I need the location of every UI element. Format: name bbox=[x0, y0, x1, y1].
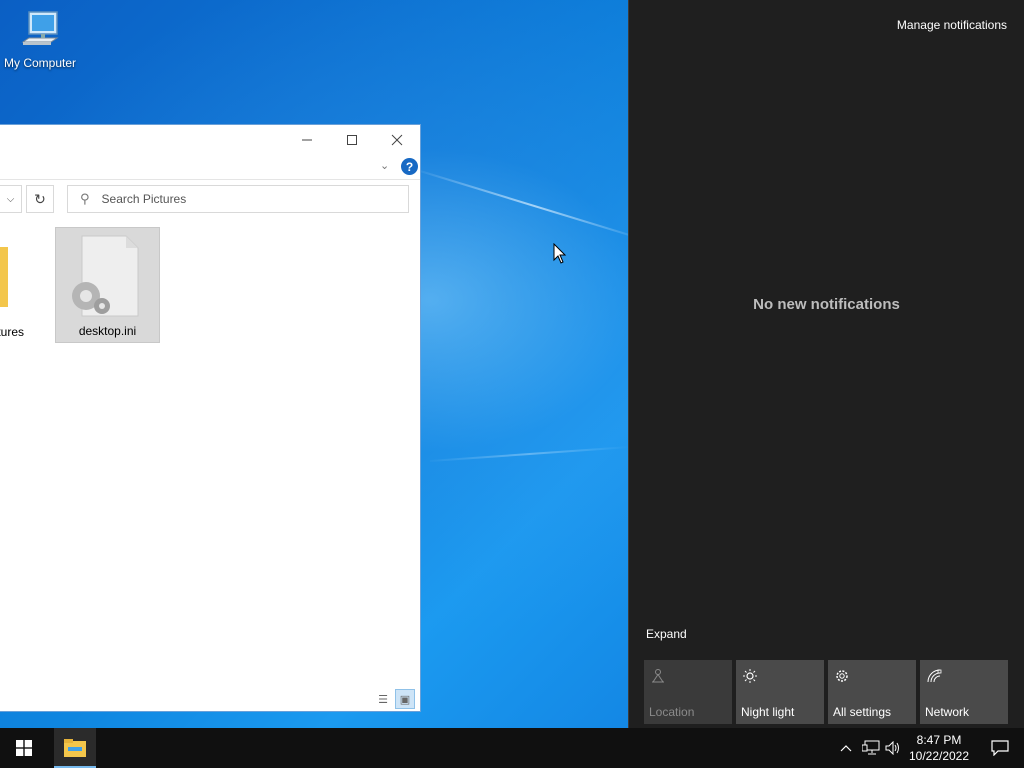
notification-icon bbox=[991, 740, 1009, 756]
refresh-button[interactable]: ↻ bbox=[26, 185, 54, 213]
quick-action-all-settings[interactable]: All settings bbox=[828, 660, 916, 724]
ribbon-expand-chevron-icon[interactable]: ⌄ bbox=[380, 159, 389, 172]
minimize-button[interactable] bbox=[284, 125, 330, 155]
action-center-button[interactable] bbox=[976, 728, 1024, 768]
clock-date: 10/22/2022 bbox=[908, 749, 970, 763]
details-view-button[interactable]: ☰ bbox=[373, 689, 393, 709]
maximize-icon bbox=[347, 135, 357, 145]
quick-action-label: Night light bbox=[741, 705, 795, 719]
quick-action-label: Network bbox=[925, 705, 970, 719]
clock-time: 8:47 PM bbox=[916, 733, 962, 747]
show-hidden-icons-button[interactable] bbox=[838, 728, 854, 768]
taskbar-file-explorer[interactable] bbox=[54, 728, 96, 768]
taskbar: 8:47 PM 10/22/2022 bbox=[0, 728, 1024, 768]
expand-quick-actions-link[interactable]: Expand bbox=[646, 627, 687, 641]
search-placeholder: Search Pictures bbox=[101, 192, 187, 206]
large-icons-view-button[interactable]: ▣ bbox=[395, 689, 415, 709]
desktop-icon-my-computer[interactable]: My Computer bbox=[0, 8, 80, 70]
help-button[interactable]: ? bbox=[401, 158, 418, 175]
empty-notifications-message: No new notifications bbox=[753, 296, 900, 313]
manage-notifications-link[interactable]: Manage notifications bbox=[897, 18, 1007, 32]
settings-file-icon bbox=[72, 235, 139, 317]
volume-button[interactable] bbox=[884, 728, 902, 768]
wallpaper-light-beam bbox=[419, 170, 650, 243]
mouse-cursor-icon bbox=[553, 243, 567, 264]
divider bbox=[0, 179, 420, 180]
file-item[interactable]: tures bbox=[0, 227, 30, 343]
start-button[interactable] bbox=[0, 728, 48, 768]
large-icons-view-icon: ▣ bbox=[399, 693, 411, 706]
speaker-icon bbox=[885, 741, 899, 755]
maximize-button[interactable] bbox=[329, 125, 375, 155]
location-icon bbox=[652, 669, 664, 683]
wallpaper-light-beam bbox=[429, 446, 630, 462]
address-history-dropdown[interactable]: ⌵ bbox=[0, 185, 22, 213]
view-toggle: ☰ ▣ bbox=[373, 689, 415, 709]
desktop-icon-label: My Computer bbox=[3, 56, 77, 70]
file-explorer-window[interactable]: ⌄ ? ⌵ ↻ ⚲ Search Pictures tures bbox=[0, 124, 421, 712]
quick-action-location[interactable]: Location bbox=[644, 660, 732, 724]
chevron-down-icon: ⌵ bbox=[6, 193, 15, 205]
quick-action-night-light[interactable]: Night light bbox=[736, 660, 824, 724]
windows-logo-icon bbox=[16, 740, 32, 756]
title-bar[interactable] bbox=[0, 125, 420, 155]
file-explorer-icon bbox=[64, 739, 86, 757]
taskbar-clock[interactable]: 8:47 PM 10/22/2022 bbox=[902, 732, 976, 764]
close-button[interactable] bbox=[374, 125, 420, 155]
wired-network-icon bbox=[862, 740, 880, 755]
computer-icon bbox=[21, 11, 59, 45]
details-view-icon: ☰ bbox=[378, 693, 388, 706]
folder-icon bbox=[0, 247, 8, 307]
close-icon bbox=[391, 134, 403, 146]
file-name: desktop.ini bbox=[78, 324, 137, 338]
search-input[interactable]: ⚲ Search Pictures bbox=[67, 185, 409, 213]
minimize-icon bbox=[302, 139, 312, 141]
quick-action-label: Location bbox=[649, 705, 695, 719]
ribbon-row: ⌄ ? bbox=[0, 155, 420, 179]
chevron-up-icon bbox=[840, 745, 852, 752]
file-item-selected[interactable]: desktop.ini bbox=[55, 227, 160, 343]
night-light-icon bbox=[743, 669, 757, 683]
network-icon bbox=[927, 669, 942, 683]
search-icon: ⚲ bbox=[80, 191, 90, 206]
network-tray-button[interactable] bbox=[861, 728, 881, 768]
quick-action-label: All settings bbox=[833, 705, 892, 719]
action-center-panel: Manage notifications No new notification… bbox=[628, 0, 1024, 728]
file-name: tures bbox=[0, 325, 24, 339]
gear-icon bbox=[836, 670, 848, 682]
quick-actions: Location Night light All settings Networ… bbox=[644, 660, 1008, 724]
quick-action-network[interactable]: Network bbox=[920, 660, 1008, 724]
refresh-icon: ↻ bbox=[34, 190, 46, 207]
